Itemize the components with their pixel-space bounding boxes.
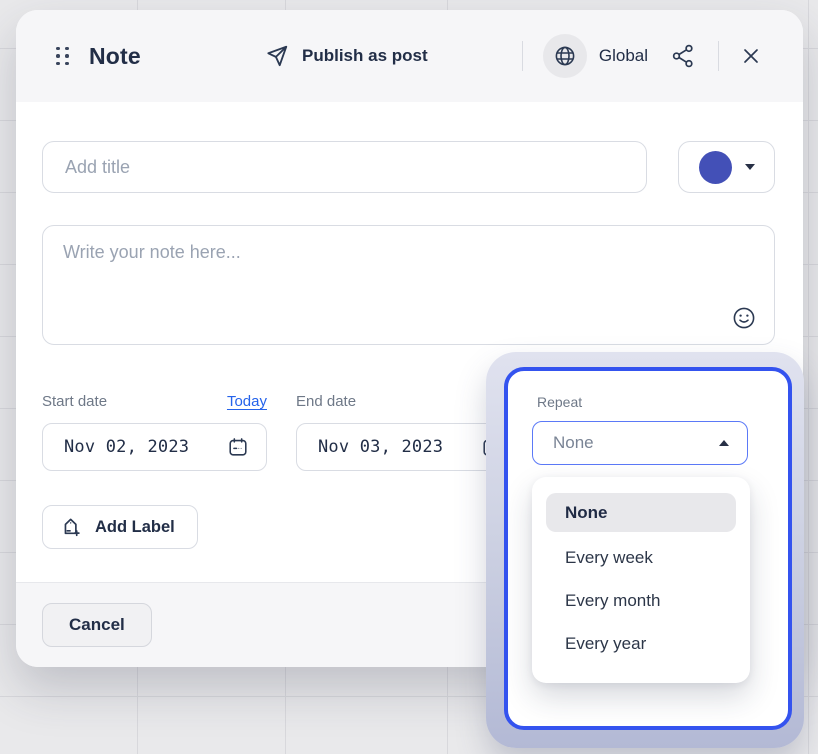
globe-icon — [553, 44, 577, 68]
calendar-icon — [227, 436, 249, 458]
repeat-popover-highlight: Repeat None None Every week Every month … — [486, 352, 804, 748]
start-date-group: Start date Today Nov 02, 2023 — [42, 393, 267, 471]
repeat-options-list: None Every week Every month Every year — [532, 477, 750, 683]
globe-chip — [543, 34, 587, 78]
chevron-down-icon — [745, 164, 755, 170]
smiley-icon — [730, 304, 758, 332]
close-button[interactable] — [739, 44, 763, 68]
note-field — [42, 225, 775, 345]
drag-handle-icon[interactable] — [52, 43, 73, 70]
repeat-popover: Repeat None None Every week Every month … — [504, 367, 792, 730]
modal-header: Note Publish as post — [16, 10, 803, 102]
title-input[interactable] — [42, 141, 647, 193]
share-button[interactable] — [668, 41, 698, 71]
send-icon — [264, 43, 290, 69]
repeat-label: Repeat — [537, 394, 582, 410]
repeat-option-every-year[interactable]: Every year — [546, 622, 736, 665]
publish-as-post-button[interactable]: Publish as post — [264, 10, 428, 102]
header-actions: Global — [522, 34, 763, 78]
end-date-value: Nov 03, 2023 — [318, 437, 443, 457]
end-date-label: End date — [296, 393, 356, 410]
emoji-button[interactable] — [730, 304, 758, 332]
repeat-option-every-week[interactable]: Every week — [546, 536, 736, 579]
color-picker-button[interactable] — [678, 141, 775, 193]
add-label-text: Add Label — [95, 518, 175, 537]
chevron-up-icon — [719, 440, 729, 446]
repeat-select[interactable]: None — [532, 421, 748, 465]
repeat-select-value: None — [553, 433, 594, 453]
divider — [522, 41, 523, 71]
start-date-label: Start date — [42, 393, 107, 410]
tag-plus-icon — [59, 515, 84, 540]
modal-title: Note — [89, 43, 141, 70]
repeat-option-none[interactable]: None — [546, 493, 736, 532]
start-date-value: Nov 02, 2023 — [64, 437, 189, 457]
color-dot — [699, 151, 732, 184]
visibility-label: Global — [599, 46, 648, 66]
publish-as-post-label: Publish as post — [302, 46, 428, 66]
today-link[interactable]: Today — [227, 393, 267, 410]
add-label-button[interactable]: Add Label — [42, 505, 198, 549]
divider — [718, 41, 719, 71]
cancel-button[interactable]: Cancel — [42, 603, 152, 647]
repeat-option-every-month[interactable]: Every month — [546, 579, 736, 622]
close-icon — [741, 46, 761, 66]
start-date-input[interactable]: Nov 02, 2023 — [42, 423, 267, 471]
visibility-button[interactable]: Global — [543, 34, 648, 78]
note-input[interactable] — [43, 226, 774, 344]
share-icon — [670, 43, 696, 69]
